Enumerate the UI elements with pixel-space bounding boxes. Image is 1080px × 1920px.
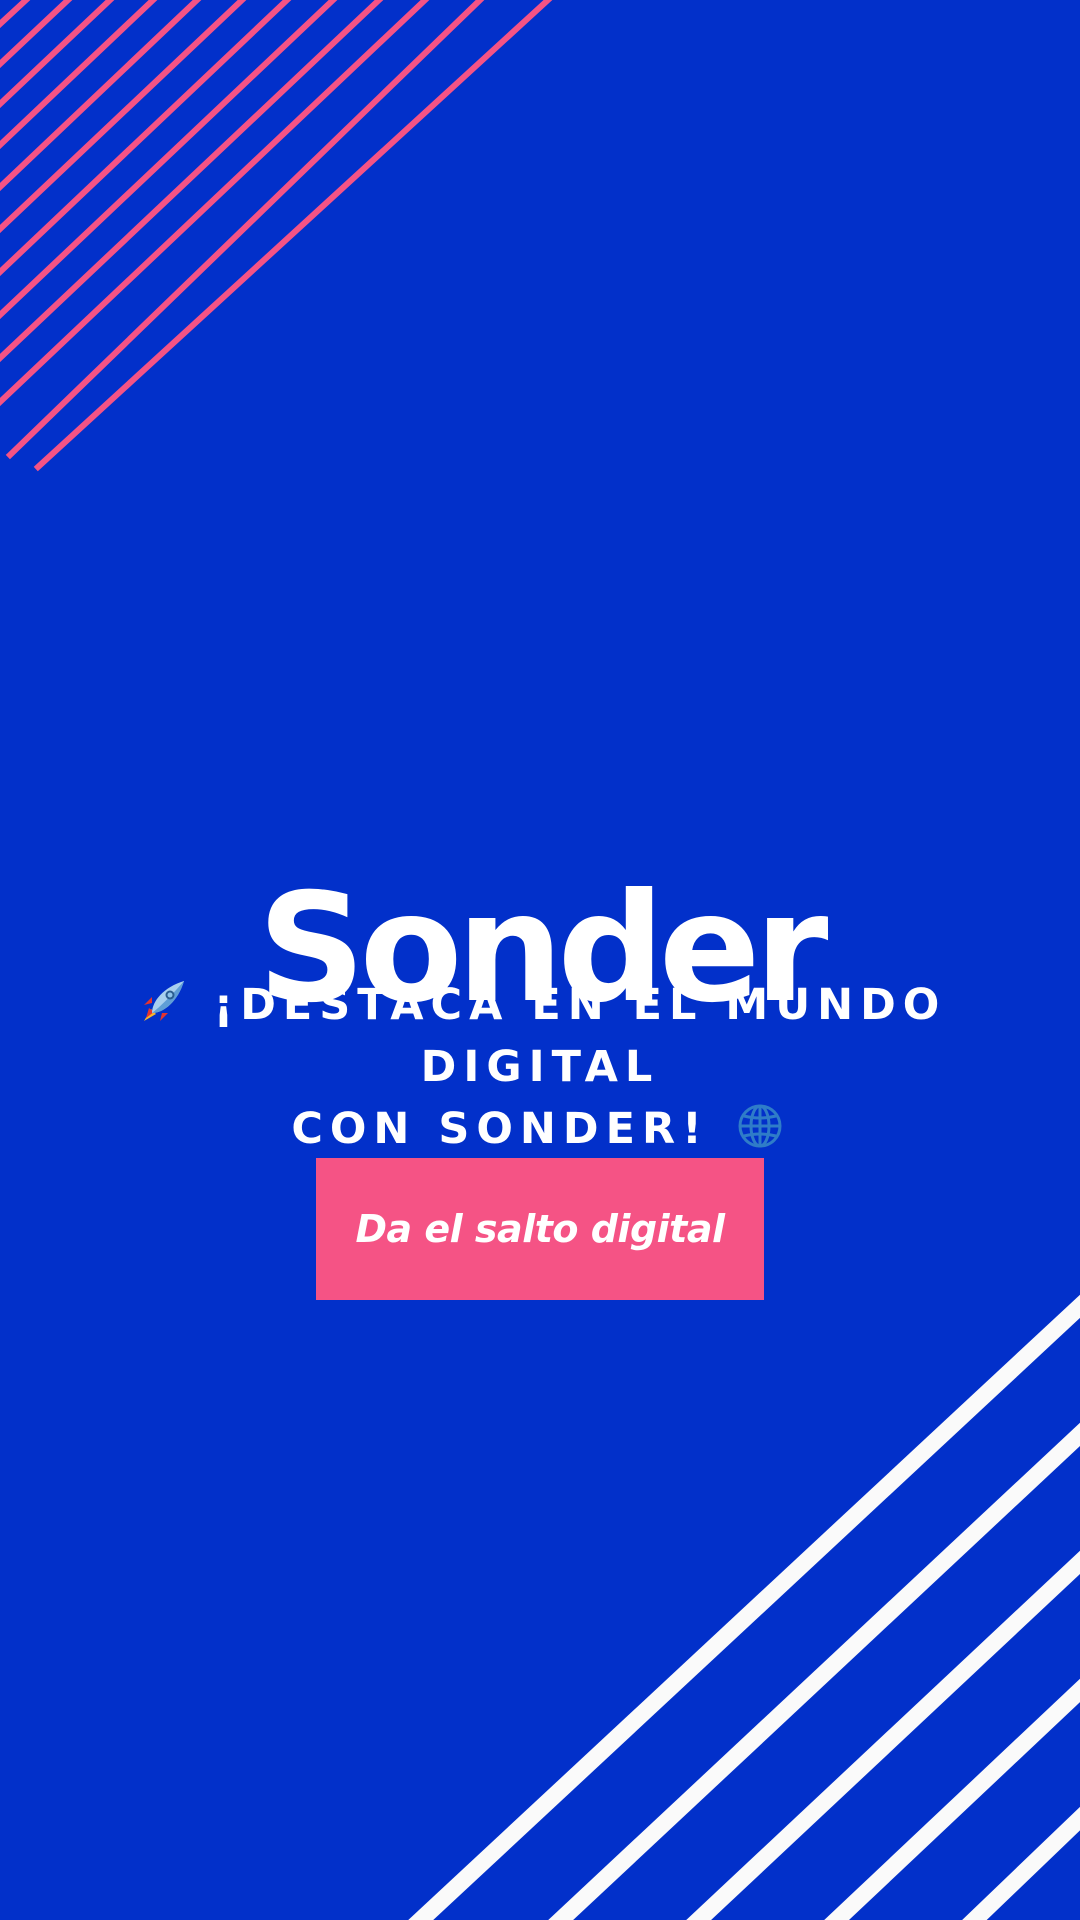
stripe [0, 0, 73, 69]
stripe [0, 0, 158, 150]
stripe [0, 0, 430, 407]
stripe [5, 0, 485, 460]
stripe [0, 0, 31, 29]
stripe [548, 1422, 1080, 1920]
stripe [0, 0, 115, 109]
rocket-icon [143, 981, 184, 1021]
promo-screen: Sonder ¡DESTACA EN EL MUNDO DIGITAL CON … [0, 0, 1080, 1920]
stripe [0, 0, 292, 277]
stripe [0, 0, 384, 363]
stripe [962, 1806, 1080, 1920]
stripe [824, 1678, 1080, 1920]
tagline: ¡DESTACA EN EL MUNDO DIGITAL CON SONDER! [40, 974, 1040, 1160]
stripe [33, 0, 553, 472]
tagline-line-2: CON SONDER! [40, 1098, 1040, 1160]
stripe [686, 1550, 1080, 1920]
stripe [0, 0, 338, 320]
tagline-text-2: CON SONDER! [291, 1104, 709, 1154]
stripe [0, 0, 247, 234]
globe-icon [738, 1104, 782, 1148]
stripe [408, 1294, 1080, 1920]
tagline-line-1: ¡DESTACA EN EL MUNDO DIGITAL [40, 974, 1040, 1098]
cta-button[interactable]: Da el salto digital [316, 1158, 764, 1300]
tagline-text-1: ¡DESTACA EN EL MUNDO DIGITAL [213, 980, 947, 1092]
stripe [0, 0, 202, 192]
